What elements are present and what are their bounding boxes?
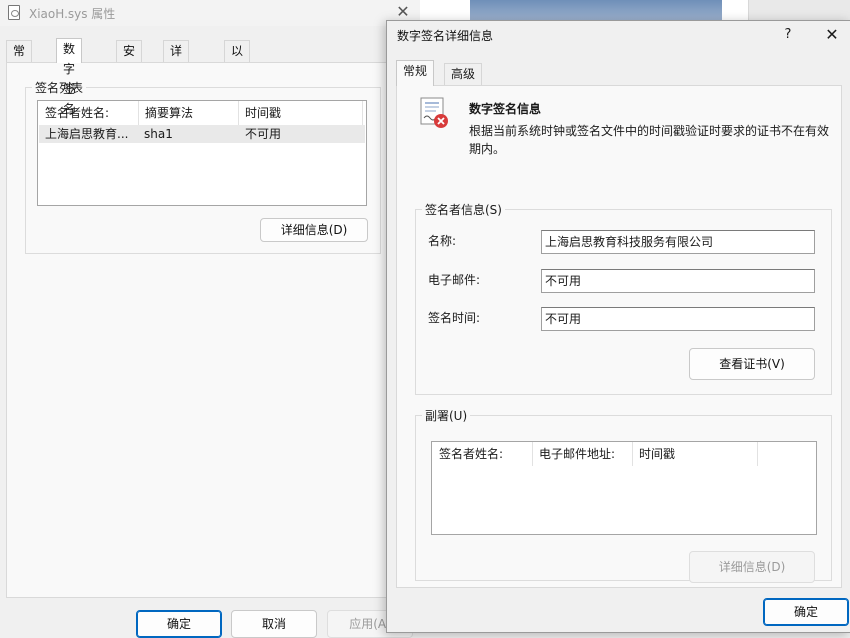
tab-general[interactable]: 常规 xyxy=(6,40,33,78)
signature-list-label: 签名列表 xyxy=(32,79,87,96)
close-icon[interactable]: ✕ xyxy=(394,2,412,22)
view-certificate-button[interactable]: 查看证书(V) xyxy=(689,348,815,380)
name-field[interactable]: 上海启思教育科技服务有限公司 xyxy=(541,230,815,254)
countersignature-header: 签名者姓名: 电子邮件地址: 时间戳 xyxy=(432,442,816,466)
tab-security[interactable]: 安全 xyxy=(116,40,143,78)
row-timestamp: 不可用 xyxy=(245,127,282,141)
ok-button[interactable]: 确定 xyxy=(136,610,222,638)
tab-digital-signatures[interactable]: 数字签名 xyxy=(56,38,83,116)
countersignature-label: 副署(U) xyxy=(422,407,471,424)
dialog-title: 数字签名详细信息 xyxy=(397,29,494,43)
countersignature-group: 副署(U) 签名者姓名: 电子邮件地址: 时间戳 详细信息(D) xyxy=(415,407,832,583)
table-row[interactable]: 上海启思教育... sha1 不可用 xyxy=(39,125,365,143)
signature-list-header: 签名者姓名: 摘要算法 时间戳 xyxy=(38,101,366,125)
tab-details[interactable]: 详细信息 xyxy=(163,40,190,118)
signatures-panel: 签名列表 签名者姓名: 摘要算法 时间戳 上海启思教育... sha1 不可用 … xyxy=(6,62,394,598)
row-algorithm: sha1 xyxy=(144,127,173,141)
countersignature-list[interactable]: 签名者姓名: 电子邮件地址: 时间戳 xyxy=(431,441,817,535)
properties-titlebar: XiaoH.sys 属性 ✕ xyxy=(0,0,420,26)
signing-time-field[interactable]: 不可用 xyxy=(541,307,815,331)
signature-list[interactable]: 签名者姓名: 摘要算法 时间戳 上海启思教育... sha1 不可用 xyxy=(37,100,367,206)
signature-list-group: 签名列表 签名者姓名: 摘要算法 时间戳 上海启思教育... sha1 不可用 … xyxy=(25,79,381,254)
certificate-error-icon xyxy=(420,97,448,128)
signing-time-label: 签名时间: xyxy=(428,311,481,325)
email-label: 电子邮件: xyxy=(428,273,481,287)
properties-window: XiaoH.sys 属性 ✕ 常规 数字签名 安全 详细信息 以前的版本 签名列… xyxy=(0,0,420,638)
dialog-ok-button[interactable]: 确定 xyxy=(763,598,849,626)
column-timestamp[interactable]: 时间戳 xyxy=(632,442,758,466)
signature-details-button[interactable]: 详细信息(D) xyxy=(260,218,368,242)
help-icon[interactable]: ? xyxy=(778,23,798,47)
email-field[interactable]: 不可用 xyxy=(541,269,815,293)
properties-title: XiaoH.sys 属性 xyxy=(29,7,116,21)
column-algorithm[interactable]: 摘要算法 xyxy=(138,101,239,125)
signer-info-label: 签名者信息(S) xyxy=(422,201,505,218)
wallpaper-strip xyxy=(470,0,722,22)
background-window-fragment xyxy=(748,0,850,20)
column-timestamp[interactable]: 时间戳 xyxy=(238,101,363,125)
column-signer[interactable]: 签名者姓名: xyxy=(38,101,139,125)
info-description: 根据当前系统时钟或签名文件中的时间戳验证时要求的证书不在有效期内。 xyxy=(469,124,830,156)
column-signer[interactable]: 签名者姓名: xyxy=(432,442,533,466)
countersignature-details-button[interactable]: 详细信息(D) xyxy=(689,551,815,583)
tab-previous-versions[interactable]: 以前的版本 xyxy=(224,40,251,138)
dialog-general-panel: 数字签名信息 根据当前系统时钟或签名文件中的时间戳验证时要求的证书不在有效期内。… xyxy=(396,85,842,588)
signature-details-dialog: 数字签名详细信息 ? ✕ 常规 高级 数字签名信息 根据当前系统时钟或签名文件中… xyxy=(386,20,850,633)
cancel-button[interactable]: 取消 xyxy=(231,610,317,638)
tab-advanced[interactable]: 高级 xyxy=(444,63,483,85)
column-email[interactable]: 电子邮件地址: xyxy=(532,442,633,466)
row-signer: 上海启思教育... xyxy=(45,127,129,141)
tab-general[interactable]: 常规 xyxy=(396,60,435,86)
file-icon xyxy=(8,5,20,20)
close-icon[interactable]: ✕ xyxy=(821,23,843,47)
info-title: 数字签名信息 xyxy=(469,102,542,116)
name-label: 名称: xyxy=(428,234,457,248)
signer-info-group: 签名者信息(S) 名称: 上海启思教育科技服务有限公司 电子邮件: 不可用 签名… xyxy=(415,201,832,395)
